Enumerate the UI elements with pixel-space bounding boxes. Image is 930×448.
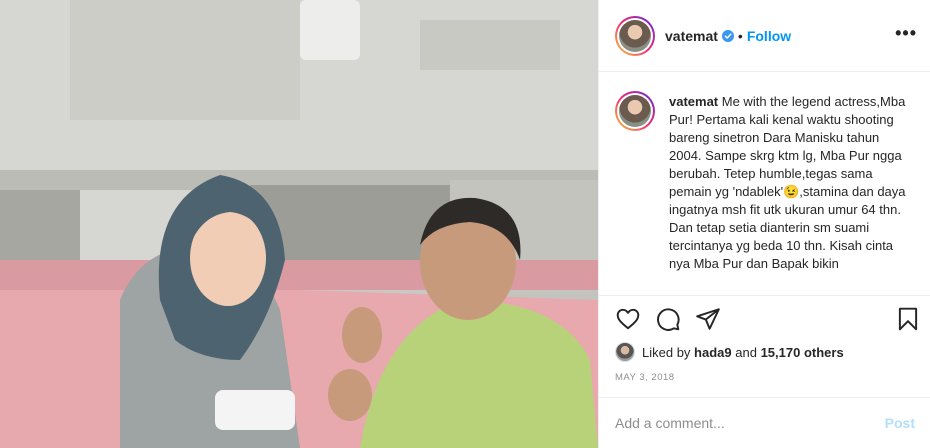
post-photo[interactable]	[0, 0, 598, 448]
author-username[interactable]: vatemat	[665, 28, 718, 44]
bookmark-icon[interactable]	[895, 306, 921, 332]
comment-input[interactable]	[615, 415, 877, 431]
liker-username[interactable]: hada9	[694, 345, 732, 360]
author-avatar[interactable]	[615, 15, 655, 56]
likes-summary: Liked by hada9 and 15,170 others	[615, 342, 844, 362]
photo-illustration	[0, 0, 598, 448]
comment-bar: Post	[599, 397, 930, 448]
more-options-icon[interactable]: •••	[895, 24, 917, 42]
caption-body: Me with the legend actress,Mba Pur! Pert…	[669, 94, 906, 271]
share-icon[interactable]	[695, 306, 721, 332]
avatar-image	[619, 19, 651, 52]
post-side-panel: vatemat • Follow ••• vatemat Me with the…	[598, 0, 930, 448]
likes-others-link[interactable]: 15,170 others	[761, 345, 844, 360]
liker-avatar[interactable]	[615, 342, 635, 362]
heart-icon[interactable]	[615, 306, 641, 332]
action-bar	[599, 295, 930, 341]
post-date[interactable]: MAY 3, 2018	[615, 372, 675, 383]
caption-section: vatemat Me with the legend actress,Mba P…	[599, 73, 930, 295]
post-comment-button[interactable]: Post	[885, 415, 915, 431]
avatar-image	[619, 95, 651, 127]
verified-badge-icon	[721, 29, 734, 42]
header-separator: •	[737, 27, 743, 44]
caption-username[interactable]: vatemat	[669, 94, 718, 109]
caption-avatar[interactable]	[615, 91, 655, 131]
caption-text-block: vatemat Me with the legend actress,Mba P…	[669, 93, 913, 295]
follow-button[interactable]: Follow	[747, 28, 791, 44]
likes-middle: and	[735, 344, 757, 360]
post-header: vatemat • Follow •••	[599, 0, 930, 72]
comment-icon[interactable]	[655, 306, 681, 332]
likes-prefix: Liked by	[642, 344, 691, 360]
